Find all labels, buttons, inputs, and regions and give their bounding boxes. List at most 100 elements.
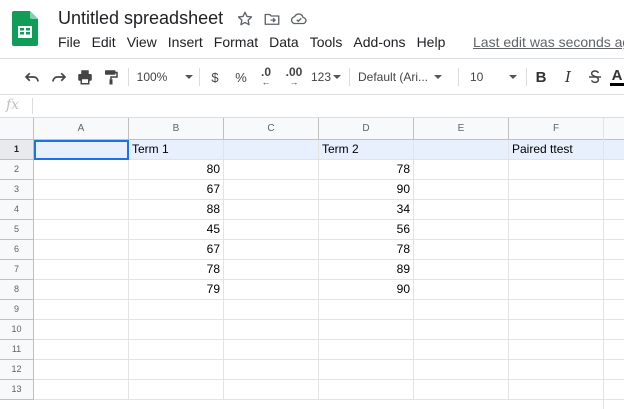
cell-c12[interactable] [224,360,319,380]
cell[interactable] [604,240,624,260]
cell[interactable] [604,220,624,240]
menu-data[interactable]: Data [269,34,299,50]
cell-c5[interactable] [224,220,319,240]
cell-d13[interactable] [319,380,414,400]
cell-c9[interactable] [224,300,319,320]
cell-b12[interactable] [129,360,224,380]
zoom-select[interactable]: 100% [136,59,194,95]
cell-b7[interactable]: 78 [129,260,224,280]
cell-b13[interactable] [129,380,224,400]
cell[interactable] [604,200,624,220]
decrease-decimal-button[interactable]: .0 ← [255,59,277,95]
cell-d10[interactable] [319,320,414,340]
increase-decimal-button[interactable]: .00 → [282,59,306,95]
cell-f9[interactable] [509,300,604,320]
cell-c1[interactable] [224,140,319,160]
cell-a2[interactable] [34,160,129,180]
cell-b4[interactable]: 88 [129,200,224,220]
cell-e10[interactable] [414,320,509,340]
cell[interactable] [604,280,624,300]
cell[interactable] [604,340,624,360]
cell-d9[interactable] [319,300,414,320]
cell-f10[interactable] [509,320,604,340]
more-formats-button[interactable]: 123 [310,59,342,95]
column-header-b[interactable]: B [129,118,224,140]
cell-b3[interactable]: 67 [129,180,224,200]
cell-d11[interactable] [319,340,414,360]
last-edit-link[interactable]: Last edit was seconds ago [473,34,624,50]
cell-c13[interactable] [224,380,319,400]
cell-f6[interactable] [509,240,604,260]
spreadsheet-grid[interactable]: ABCDEF 1 Term 1 Term 2 Paired ttest 2 80 78 3 67… [0,118,624,409]
cell-c4[interactable] [224,200,319,220]
cell-e8[interactable] [414,280,509,300]
cell-e4[interactable] [414,200,509,220]
strikethrough-icon[interactable] [585,59,605,95]
row-header-3[interactable]: 3 [0,180,34,200]
text-color-button[interactable]: A [610,59,624,95]
cell[interactable] [604,300,624,320]
cell[interactable] [604,260,624,280]
cell-a1[interactable] [34,140,129,160]
menu-add-ons[interactable]: Add-ons [353,34,405,50]
column-header-d[interactable]: D [319,118,414,140]
italic-button[interactable]: I [558,59,578,95]
cell-b6[interactable]: 67 [129,240,224,260]
cell-d12[interactable] [319,360,414,380]
cell-d8[interactable]: 90 [319,280,414,300]
cell-d7[interactable]: 89 [319,260,414,280]
row-header-7[interactable]: 7 [0,260,34,280]
row-header-11[interactable]: 11 [0,340,34,360]
column-header[interactable] [604,118,624,140]
cloud-saved-icon[interactable] [290,10,308,28]
cell-e5[interactable] [414,220,509,240]
cell[interactable] [604,320,624,340]
cell[interactable] [604,140,624,160]
cell-d4[interactable]: 34 [319,200,414,220]
menu-tools[interactable]: Tools [310,34,343,50]
cell-b1[interactable]: Term 1 [129,140,224,160]
cell-a3[interactable] [34,180,129,200]
row-header-12[interactable]: 12 [0,360,34,380]
cell-a12[interactable] [34,360,129,380]
cell-e9[interactable] [414,300,509,320]
cell-e7[interactable] [414,260,509,280]
cell-b10[interactable] [129,320,224,340]
cell-b5[interactable]: 45 [129,220,224,240]
row-header-10[interactable]: 10 [0,320,34,340]
cell-c11[interactable] [224,340,319,360]
formula-input[interactable] [40,98,620,115]
cell-a10[interactable] [34,320,129,340]
cell-f12[interactable] [509,360,604,380]
cell-c10[interactable] [224,320,319,340]
row-header-4[interactable]: 4 [0,200,34,220]
cell-d3[interactable]: 90 [319,180,414,200]
cell-f5[interactable] [509,220,604,240]
cell-f4[interactable] [509,200,604,220]
cell-a6[interactable] [34,240,129,260]
cell-f2[interactable] [509,160,604,180]
cell-e13[interactable] [414,380,509,400]
redo-icon[interactable] [48,59,70,95]
cell-b9[interactable] [129,300,224,320]
select-all-corner[interactable] [0,118,34,140]
row-header-6[interactable]: 6 [0,240,34,260]
cell-a7[interactable] [34,260,129,280]
cell-e1[interactable] [414,140,509,160]
cell-e12[interactable] [414,360,509,380]
cell-a8[interactable] [34,280,129,300]
cell[interactable] [604,180,624,200]
row-header-1[interactable]: 1 [0,140,34,160]
cell-d5[interactable]: 56 [319,220,414,240]
cell-a4[interactable] [34,200,129,220]
cell-d2[interactable]: 78 [319,160,414,180]
column-header-c[interactable]: C [224,118,319,140]
column-header-f[interactable]: F [509,118,604,140]
star-icon[interactable] [236,10,254,28]
cell-f11[interactable] [509,340,604,360]
font-family-select[interactable]: Default (Ari... [358,59,454,95]
cell[interactable] [604,160,624,180]
currency-format-button[interactable]: $ [205,59,225,95]
move-folder-icon[interactable] [263,10,281,28]
cell-b8[interactable]: 79 [129,280,224,300]
